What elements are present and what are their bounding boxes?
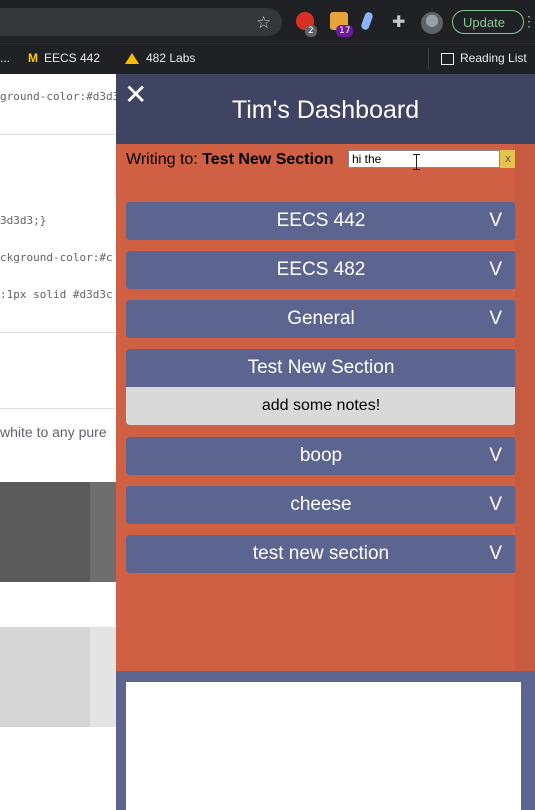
section-label: cheese	[290, 494, 352, 515]
bookmark-label: EECS 442	[44, 51, 101, 65]
dashboard-panel: ✕ Tim's Dashboard Writing to: Test New S…	[116, 74, 535, 810]
scroll-strip	[515, 144, 535, 671]
section-eecs-442[interactable]: EECS 442 V	[126, 202, 516, 240]
section-test-new-section[interactable]: Test New Section	[126, 349, 516, 387]
section-label: boop	[299, 445, 343, 466]
divider	[0, 408, 116, 409]
image-block	[0, 482, 90, 582]
section-label: Test New Section	[247, 357, 395, 378]
bookmark-icon: M	[28, 51, 38, 65]
chevron-down-icon: V	[489, 445, 502, 466]
chevron-down-icon: V	[489, 210, 502, 231]
section-eecs-482[interactable]: EECS 482 V	[126, 251, 516, 289]
writing-section-name: Test New Section	[202, 151, 334, 168]
chevron-down-icon: V	[489, 494, 502, 515]
bookmarks-bar: ... M EECS 442 482 Labs Reading List	[0, 43, 535, 74]
extension-badge: 17	[336, 25, 354, 37]
browser-toolbar: ☆ 2 17 ✚ Update ⋮	[0, 0, 535, 43]
chevron-down-icon: V	[489, 259, 502, 280]
extension-icon[interactable]	[360, 11, 374, 31]
section-label: EECS 482	[276, 259, 366, 280]
chevron-down-icon: V	[489, 308, 502, 329]
address-bar[interactable]	[0, 8, 282, 36]
divider	[428, 48, 429, 70]
bookmark-item[interactable]: ...	[0, 51, 10, 65]
text-cursor-icon	[413, 154, 421, 170]
image-block	[90, 627, 116, 727]
reading-list-label: Reading List	[460, 51, 527, 65]
panel-header: ✕ Tim's Dashboard	[116, 74, 535, 144]
bookmark-item[interactable]: M EECS 442	[28, 51, 100, 65]
chevron-down-icon: V	[489, 543, 502, 564]
background-page: ground-color:#d3d3 3d3d3;} ckground-colo…	[0, 74, 116, 810]
page-title: Tim's Dashboard	[231, 96, 420, 124]
section-notes[interactable]: add some notes!	[126, 387, 516, 425]
writing-target: Writing to: Test New Section	[126, 150, 336, 169]
reading-list-icon	[441, 52, 454, 65]
more-icon[interactable]: ⋮	[522, 13, 535, 30]
drive-icon	[125, 53, 139, 65]
section-label: test new section	[252, 543, 390, 564]
writing-prefix: Writing to:	[126, 151, 198, 168]
reading-list-button[interactable]: Reading List	[441, 51, 527, 65]
section-general[interactable]: General V	[126, 300, 516, 338]
image-block	[90, 482, 116, 582]
image-block	[0, 627, 90, 727]
divider	[0, 332, 116, 333]
code-line: :1px solid #d3d3c	[0, 288, 113, 301]
extension-badge: 2	[305, 25, 317, 37]
notes-editor[interactable]	[126, 682, 521, 810]
section-test-new-section-lower[interactable]: test new section V	[126, 535, 516, 573]
section-label: EECS 442	[276, 210, 366, 231]
code-line: ckground-color:#c	[0, 251, 113, 264]
code-line: 3d3d3;}	[0, 214, 47, 227]
section-label: General	[287, 308, 355, 329]
divider	[0, 134, 116, 135]
sections-area: Writing to: Test New Section x EECS 442 …	[116, 144, 535, 671]
bookmark-label: 482 Labs	[146, 51, 196, 65]
clear-button[interactable]: x	[500, 150, 516, 168]
bookmark-item[interactable]: 482 Labs	[125, 51, 195, 65]
star-icon[interactable]: ☆	[256, 13, 271, 33]
profile-avatar[interactable]	[421, 12, 443, 34]
update-button[interactable]: Update	[452, 10, 524, 34]
page-text: white to any pure	[0, 424, 107, 440]
note-input[interactable]	[348, 150, 500, 168]
puzzle-icon[interactable]: ✚	[392, 12, 405, 32]
code-line: ground-color:#d3d3	[0, 90, 116, 103]
section-cheese[interactable]: cheese V	[126, 486, 516, 524]
section-boop[interactable]: boop V	[126, 437, 516, 475]
